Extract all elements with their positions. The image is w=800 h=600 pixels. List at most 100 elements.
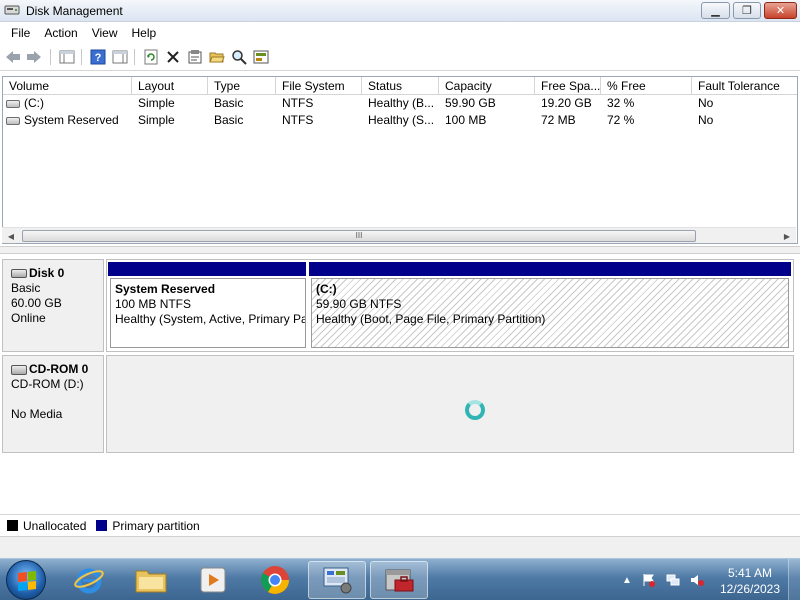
properties-icon[interactable] [186,48,204,66]
layout-cell: Simple [138,96,175,110]
volume-name: System Reserved [24,113,119,127]
disk-0-label[interactable]: Disk 0 Basic 60.00 GB Online [2,259,104,352]
column-header-free-space[interactable]: Free Spa... [535,77,601,95]
cdrom-icon [11,364,27,375]
percent-free-cell: 32 % [607,96,635,110]
cdrom-0-area[interactable] [106,355,794,453]
percent-free-cell: 72 % [607,113,635,127]
toolbox-icon[interactable] [370,561,428,599]
disk-management-icon [4,3,20,17]
scroll-left-arrow[interactable]: ◀ [4,230,18,242]
minimize-button[interactable]: ▁ [701,2,730,19]
taskbar: ▲ 5:41 AM 12/26/2023 [0,558,800,600]
column-header-type[interactable]: Type [208,77,276,95]
pane-splitter[interactable] [0,246,800,254]
free-space-cell: 72 MB [541,113,576,127]
action-pane-icon[interactable] [111,48,129,66]
svg-text:?: ? [95,52,102,64]
computer-management-icon[interactable] [308,561,366,599]
legend-swatch-primary [96,520,108,531]
cdrom-0-drive: CD-ROM (D:) [11,377,84,391]
type-cell: Basic [214,96,244,110]
free-space-cell: 19.20 GB [541,96,592,110]
menu-file[interactable]: File [4,26,37,40]
cdrom-0-name: CD-ROM 0 [29,362,89,376]
help-icon[interactable]: ? [89,48,107,66]
clock-time[interactable]: 5:41 AM [718,566,782,580]
show-hidden-icons-button[interactable]: ▲ [620,573,634,587]
internet-explorer-icon[interactable] [60,561,118,599]
column-header-percent-free[interactable]: % Free [601,77,692,95]
drive-icon [6,116,20,125]
show-desktop-button[interactable] [788,559,800,600]
status-cell: Healthy (B... [368,96,435,110]
legend: Unallocated Primary partition [0,514,800,536]
partition-c[interactable]: (C:) 59.90 GB NTFS Healthy (Boot, Page F… [311,278,789,348]
table-row[interactable]: System Reserved Simple Basic NTFS Health… [3,112,797,129]
partition-status: Healthy (Boot, Page File, Primary Partit… [316,312,546,326]
partition-size: 100 MB NTFS [115,297,192,311]
hard-disk-icon [11,269,27,279]
column-header-file-system[interactable]: File System [276,77,362,95]
fault-tolerance-cell: No [698,113,714,127]
volume-cell: (C:) [3,95,132,112]
column-header-status[interactable]: Status [362,77,439,95]
network-icon[interactable] [666,573,680,587]
rescan-icon[interactable] [252,48,270,66]
action-center-icon[interactable] [642,573,656,587]
disk-graphical-view: Disk 0 Basic 60.00 GB Online System Rese… [0,254,800,514]
capacity-cell: 100 MB [445,113,487,127]
partition-name: (C:) [316,282,337,296]
column-header-fault-tolerance[interactable]: Fault Tolerance [692,77,797,95]
menu-action[interactable]: Action [37,26,84,40]
disk-0-size: 60.00 GB [11,296,62,310]
menu-help[interactable]: Help [125,26,164,40]
volume-list[interactable]: Volume Layout Type File System Status Ca… [2,76,798,244]
partition-system-reserved[interactable]: System Reserved 100 MB NTFS Healthy (Sys… [110,278,306,348]
legend-primary-partition: Primary partition [112,518,200,533]
layout-cell: Simple [138,113,175,127]
scrollbar-thumb[interactable]: III [22,230,696,242]
media-player-icon[interactable] [184,561,242,599]
column-header-layout[interactable]: Layout [132,77,208,95]
type-cell: Basic [214,113,244,127]
column-header-row: Volume Layout Type File System Status Ca… [3,77,797,95]
toolbar: ? [0,44,800,71]
windows-explorer-icon[interactable] [122,561,180,599]
close-button[interactable]: ✕ [764,2,797,19]
disk-0-partitions: System Reserved 100 MB NTFS Healthy (Sys… [106,259,794,352]
horizontal-scrollbar[interactable]: ◀ III ▶ [2,227,796,243]
partition-size: 59.90 GB NTFS [316,297,402,311]
explore-icon[interactable] [230,48,248,66]
console-tree-icon[interactable] [58,48,76,66]
toolbar-separator [134,49,135,65]
volume-icon[interactable] [690,573,704,587]
chrome-icon[interactable] [246,561,304,599]
open-icon[interactable] [208,48,226,66]
menu-view[interactable]: View [85,26,125,40]
column-header-capacity[interactable]: Capacity [439,77,535,95]
refresh-icon[interactable] [142,48,160,66]
title-bar[interactable]: Disk Management ▁ ❐ ✕ [0,0,800,22]
forward-icon[interactable] [25,48,43,66]
volume-cell: System Reserved [3,112,132,129]
clock-date[interactable]: 12/26/2023 [718,582,782,596]
scroll-right-arrow[interactable]: ▶ [780,230,794,242]
toolbar-separator [81,49,82,65]
partition-name: System Reserved [115,282,216,296]
cdrom-0-label[interactable]: CD-ROM 0 CD-ROM (D:) No Media [2,355,104,453]
legend-swatch-unallocated [7,520,18,531]
table-row[interactable]: (C:) Simple Basic NTFS Healthy (B... 59.… [3,95,797,112]
busy-spinner-icon [465,400,485,420]
column-header-volume[interactable]: Volume [3,77,132,95]
drive-icon [6,99,20,108]
delete-icon[interactable] [164,48,182,66]
window-title: Disk Management [26,4,123,18]
maximize-button[interactable]: ❐ [733,2,761,19]
file-system-cell: NTFS [282,113,314,127]
start-button[interactable] [6,560,46,600]
volume-name: (C:) [24,96,44,110]
fault-tolerance-cell: No [698,96,714,110]
back-icon[interactable] [4,48,22,66]
